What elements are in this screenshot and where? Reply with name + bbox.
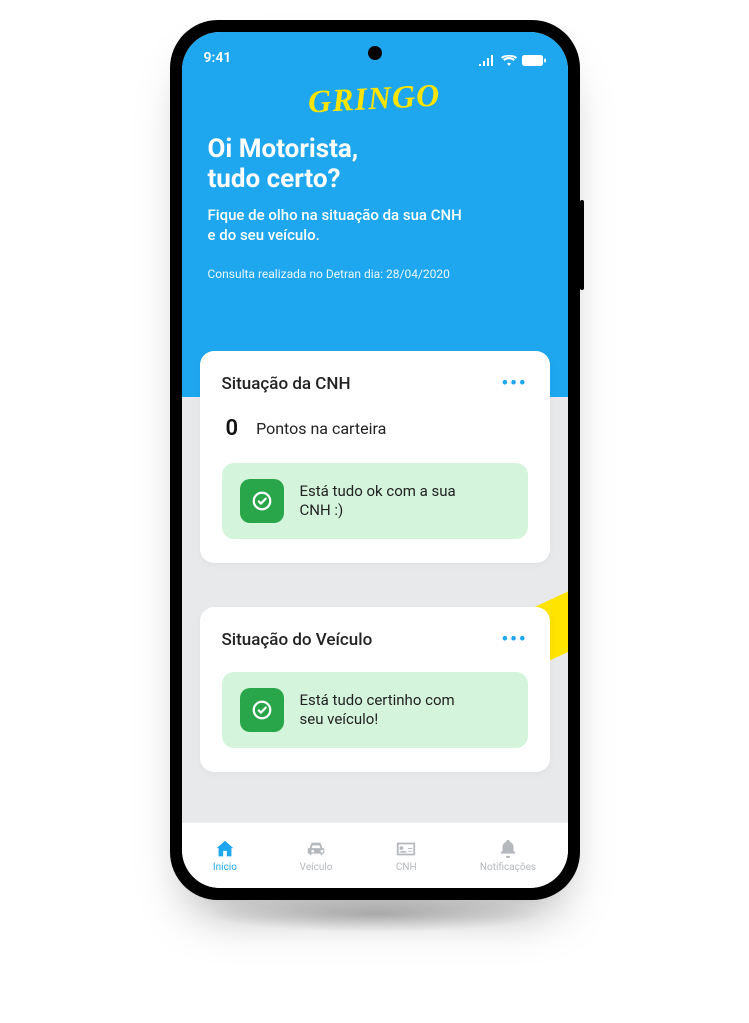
check-circle-icon — [240, 479, 284, 523]
content-area: Situação da CNH ••• 0 Pontos na carteira… — [182, 351, 568, 822]
card-vehicle: Situação do Veículo ••• Está tudo certin… — [200, 607, 550, 772]
vehicle-status-text: Está tudo certinho com seu veículo! — [300, 691, 470, 730]
logo-wrap: GRINGO — [208, 80, 542, 117]
subtitle-line2: e do seu veículo. — [208, 225, 542, 245]
card-vehicle-menu-button[interactable]: ••• — [502, 629, 528, 650]
status-time: 9:41 — [204, 50, 232, 66]
card-vehicle-head: Situação do Veículo ••• — [222, 629, 528, 650]
consult-info: Consulta realizada no Detran dia: 28/04/… — [208, 267, 542, 281]
card-vehicle-title: Situação do Veículo — [222, 630, 373, 650]
card-cnh-head: Situação da CNH ••• — [222, 373, 528, 394]
car-icon — [305, 838, 327, 860]
phone-shadow — [205, 896, 545, 932]
home-icon — [214, 838, 236, 860]
vehicle-status-box: Está tudo certinho com seu veículo! — [222, 672, 528, 748]
camera-hole — [368, 46, 382, 60]
phone-frame: 9:41 GRINGO Oi Motorista, tudo certo? Fi… — [170, 20, 580, 900]
nav-cnh[interactable]: CNH — [395, 838, 417, 873]
wifi-icon — [501, 55, 517, 66]
status-icons-group — [479, 55, 546, 66]
nav-vehicle[interactable]: Veículo — [300, 838, 333, 873]
nav-cnh-label: CNH — [396, 862, 417, 873]
bottom-nav: Início Veículo CNH Notificações — [182, 822, 568, 888]
subtitle-line1: Fique de olho na situação da sua CNH — [208, 205, 542, 225]
id-card-icon — [395, 838, 417, 860]
battery-icon — [522, 55, 546, 66]
app-logo: GRINGO — [307, 77, 441, 121]
nav-home-label: Início — [213, 862, 237, 873]
points-value: 0 — [226, 416, 239, 441]
check-circle-icon — [240, 688, 284, 732]
screen: 9:41 GRINGO Oi Motorista, tudo certo? Fi… — [182, 32, 568, 888]
greeting-line2: tudo certo? — [208, 165, 542, 195]
nav-notifications[interactable]: Notificações — [480, 838, 536, 873]
greeting-line1: Oi Motorista, — [208, 135, 542, 165]
nav-home[interactable]: Início — [213, 838, 237, 873]
signal-icon — [479, 55, 496, 66]
nav-notifications-label: Notificações — [480, 862, 536, 873]
cnh-status-box: Está tudo ok com a sua CNH :) — [222, 463, 528, 539]
points-row: 0 Pontos na carteira — [222, 416, 528, 441]
cnh-status-text: Está tudo ok com a sua CNH :) — [300, 482, 470, 521]
nav-vehicle-label: Veículo — [300, 862, 333, 873]
bell-icon — [497, 838, 519, 860]
card-cnh-title: Situação da CNH — [222, 374, 351, 394]
header: GRINGO Oi Motorista, tudo certo? Fique d… — [182, 68, 568, 351]
card-cnh-menu-button[interactable]: ••• — [502, 373, 528, 394]
points-label: Pontos na carteira — [256, 419, 386, 438]
card-cnh: Situação da CNH ••• 0 Pontos na carteira… — [200, 351, 550, 563]
